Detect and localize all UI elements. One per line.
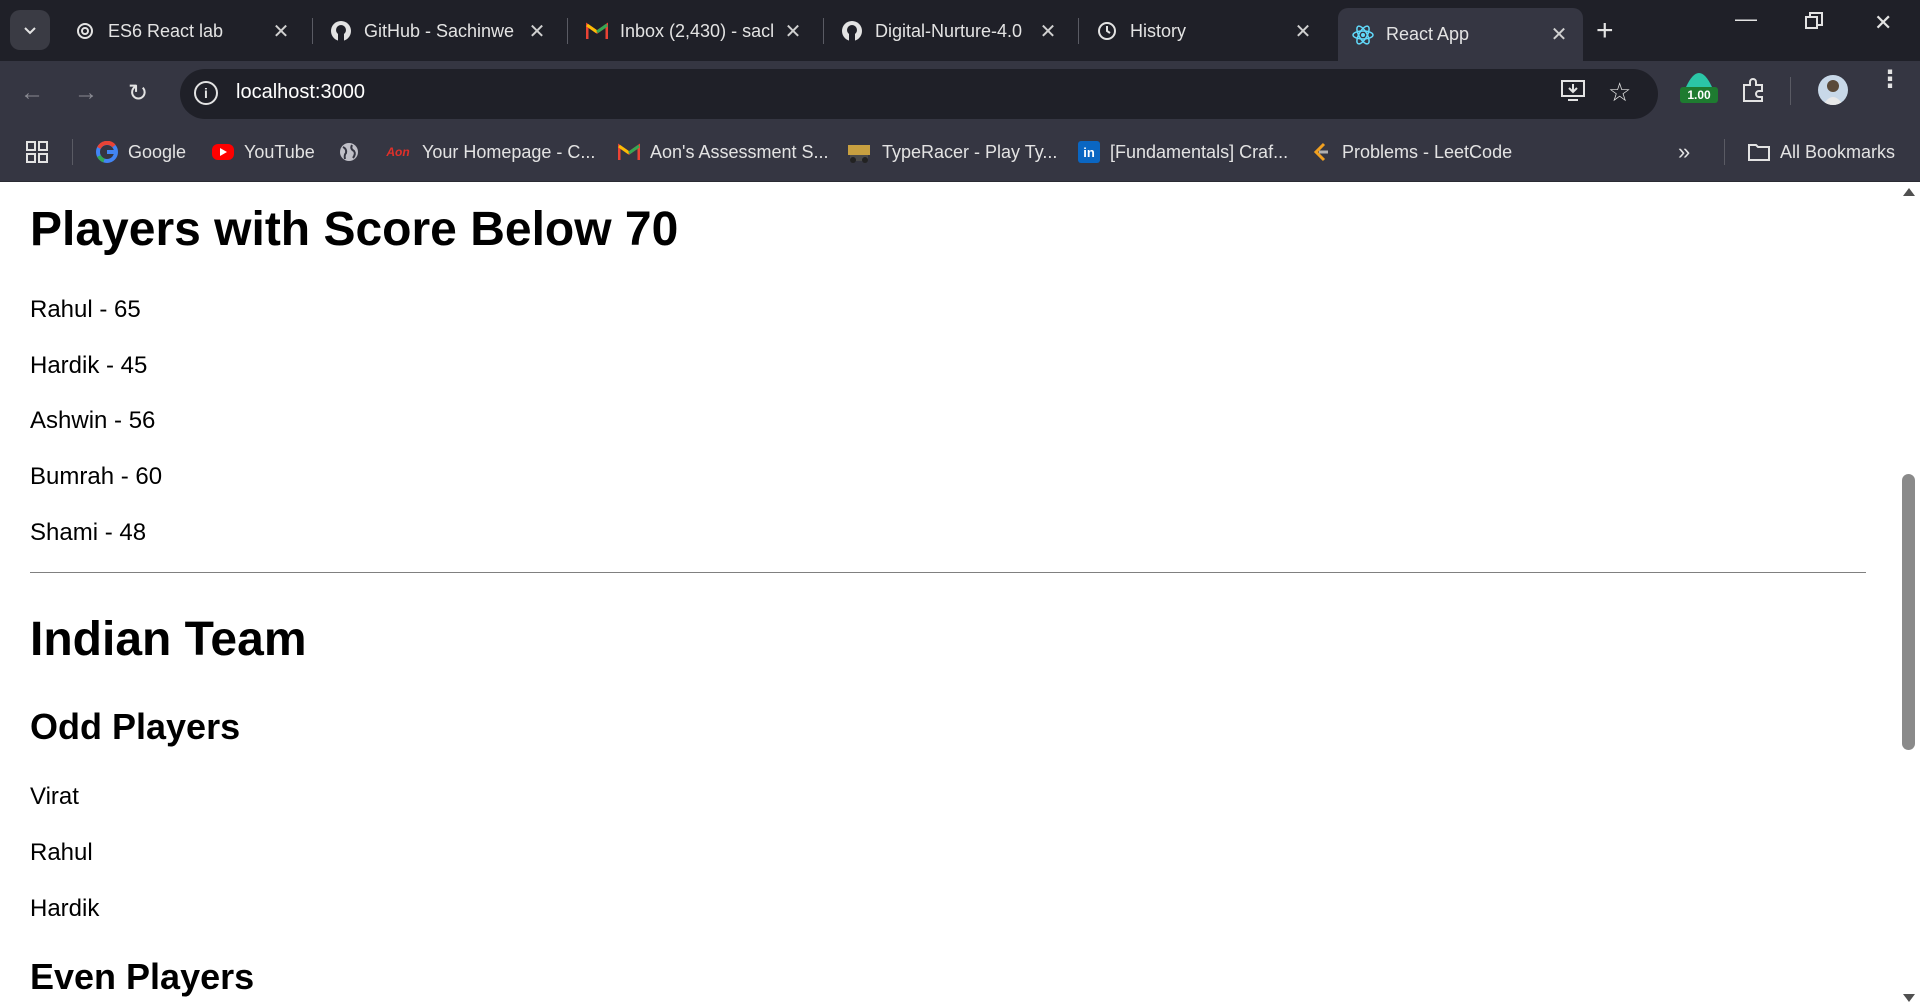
scrollbar-thumb[interactable] <box>1902 474 1915 750</box>
tab-history[interactable]: History ✕ <box>1082 10 1327 52</box>
tab-title: GitHub - Sachinwe <box>364 20 515 41</box>
odd-player-item: Rahul <box>30 839 93 866</box>
close-icon[interactable]: ✕ <box>523 19 551 44</box>
history-icon <box>1096 20 1118 42</box>
tab-es6-react-lab[interactable]: ES6 React lab ✕ <box>60 10 305 52</box>
apps-grid-icon[interactable] <box>26 138 48 166</box>
close-icon[interactable]: ✕ <box>267 19 295 44</box>
close-window-icon[interactable]: ✕ <box>1874 10 1892 36</box>
scroll-up-arrow-icon[interactable] <box>1903 188 1915 196</box>
scroll-down-arrow-icon[interactable] <box>1903 994 1915 1002</box>
openai-icon <box>74 20 96 42</box>
bookmark-leetcode[interactable]: Problems - LeetCode <box>1310 138 1512 166</box>
all-bookmarks-label: All Bookmarks <box>1780 141 1896 162</box>
install-app-icon[interactable] <box>1560 79 1586 110</box>
globe-icon <box>338 141 360 163</box>
even-players-heading: Even Players <box>30 956 255 997</box>
tab-separator <box>823 18 824 44</box>
bookmark-label: [Fundamentals] Craf... <box>1110 141 1289 162</box>
profile-avatar[interactable] <box>1818 75 1848 105</box>
extensions-puzzle-icon[interactable] <box>1740 77 1766 108</box>
close-icon[interactable]: ✕ <box>779 19 807 44</box>
typeracer-icon <box>846 141 872 163</box>
team-heading: Indian Team <box>30 613 307 666</box>
page-content: Players with Score Below 70 Rahul - 65 H… <box>0 182 1897 1008</box>
menu-kebab-icon[interactable]: ⋮ <box>1878 68 1902 92</box>
tab-digital-nurture[interactable]: Digital-Nurture-4.0 ✕ <box>827 10 1072 52</box>
close-icon[interactable]: ✕ <box>1289 19 1317 44</box>
low-scorer-item: Rahul - 65 <box>30 296 141 323</box>
tab-title: React App <box>1386 24 1470 44</box>
tab-search-button[interactable] <box>10 10 50 50</box>
gmail-icon <box>618 141 640 163</box>
close-icon[interactable]: ✕ <box>1034 19 1062 44</box>
linkedin-icon: in <box>1078 141 1100 163</box>
bookmark-label: Your Homepage - C... <box>422 141 596 162</box>
aon-icon: Aon <box>386 145 410 159</box>
reload-icon[interactable]: ↻ <box>128 79 148 108</box>
bookmark-youtube[interactable]: YouTube <box>212 138 315 166</box>
score-heading: Players with Score Below 70 <box>30 203 679 256</box>
tab-strip: ES6 React lab ✕ GitHub - Sachinwe ✕ Inbo… <box>0 0 1920 61</box>
gmail-icon <box>586 20 608 42</box>
bookmark-separator <box>72 139 73 165</box>
bookmark-globe[interactable] <box>338 138 370 166</box>
react-icon <box>1352 24 1374 46</box>
bookmark-your-homepage[interactable]: Aon Your Homepage - C... <box>384 138 595 166</box>
toolbar-separator <box>1790 77 1791 105</box>
bookmarks-overflow-icon[interactable]: » <box>1678 138 1690 166</box>
bookmark-label: TypeRacer - Play Ty... <box>882 141 1058 162</box>
bookmark-aon-assessment[interactable]: Aon's Assessment S... <box>618 138 829 166</box>
chevron-down-icon <box>24 27 36 35</box>
new-tab-button[interactable]: + <box>1596 14 1614 48</box>
bookmark-star-icon[interactable]: ☆ <box>1608 77 1631 108</box>
low-scorer-item: Shami - 48 <box>30 519 147 546</box>
odd-player-item: Hardik <box>30 895 100 922</box>
close-icon[interactable]: ✕ <box>1545 22 1573 47</box>
bookmark-google[interactable]: Google <box>96 138 186 166</box>
folder-icon <box>1748 141 1770 163</box>
bookmark-typeracer[interactable]: TypeRacer - Play Ty... <box>846 138 1057 166</box>
low-scorer-item: Hardik - 45 <box>30 352 148 379</box>
google-icon <box>96 141 118 163</box>
tab-separator <box>1078 18 1079 44</box>
low-scorer-item: Bumrah - 60 <box>30 463 163 490</box>
page-scrollbar[interactable] <box>1897 182 1920 1008</box>
bookmark-label: YouTube <box>244 141 315 162</box>
tab-separator <box>567 18 568 44</box>
tab-title: ES6 React lab <box>108 20 224 41</box>
youtube-icon <box>212 144 234 160</box>
odd-player-item: Virat <box>30 783 79 810</box>
extension-icon[interactable]: 1.00 <box>1680 67 1718 105</box>
bookmarks-bar: Google YouTube Aon Your Homepage - C... … <box>0 123 1920 182</box>
minimize-icon[interactable]: — <box>1735 6 1757 32</box>
bookmark-label: Google <box>128 141 187 162</box>
bookmark-label: Problems - LeetCode <box>1342 141 1513 162</box>
tab-github-sachinwe[interactable]: GitHub - Sachinwe ✕ <box>316 10 561 52</box>
browser-toolbar: ← → ↻ i localhost:3000 ☆ 1.00 ⋮ <box>0 61 1920 123</box>
extension-badge: 1.00 <box>1680 87 1718 103</box>
odd-players-heading: Odd Players <box>30 706 241 747</box>
section-divider <box>30 572 1866 573</box>
tab-title: Digital-Nurture-4.0 <box>875 20 1023 41</box>
tab-gmail-inbox[interactable]: Inbox (2,430) - sacl ✕ <box>572 10 817 52</box>
tab-title: History <box>1130 20 1187 41</box>
site-info-icon[interactable]: i <box>194 81 218 105</box>
bookmark-label: Aon's Assessment S... <box>650 141 829 162</box>
restore-icon[interactable] <box>1805 10 1823 36</box>
bookmark-fundamentals[interactable]: in [Fundamentals] Craf... <box>1078 138 1288 166</box>
github-icon <box>330 20 352 42</box>
back-icon[interactable]: ← <box>20 79 44 107</box>
low-scorer-item: Ashwin - 56 <box>30 407 156 434</box>
address-bar[interactable]: i localhost:3000 ☆ <box>180 69 1658 119</box>
all-bookmarks-button[interactable]: All Bookmarks <box>1748 138 1895 166</box>
tab-separator <box>312 18 313 44</box>
bookmark-separator <box>1724 139 1725 165</box>
leetcode-icon <box>1310 141 1332 163</box>
address-url[interactable]: localhost:3000 <box>236 81 365 104</box>
tab-title: Inbox (2,430) - sacl <box>620 20 775 41</box>
github-icon <box>841 20 863 42</box>
forward-icon[interactable]: → <box>74 79 98 107</box>
tab-react-app[interactable]: React App ✕ <box>1338 8 1583 61</box>
